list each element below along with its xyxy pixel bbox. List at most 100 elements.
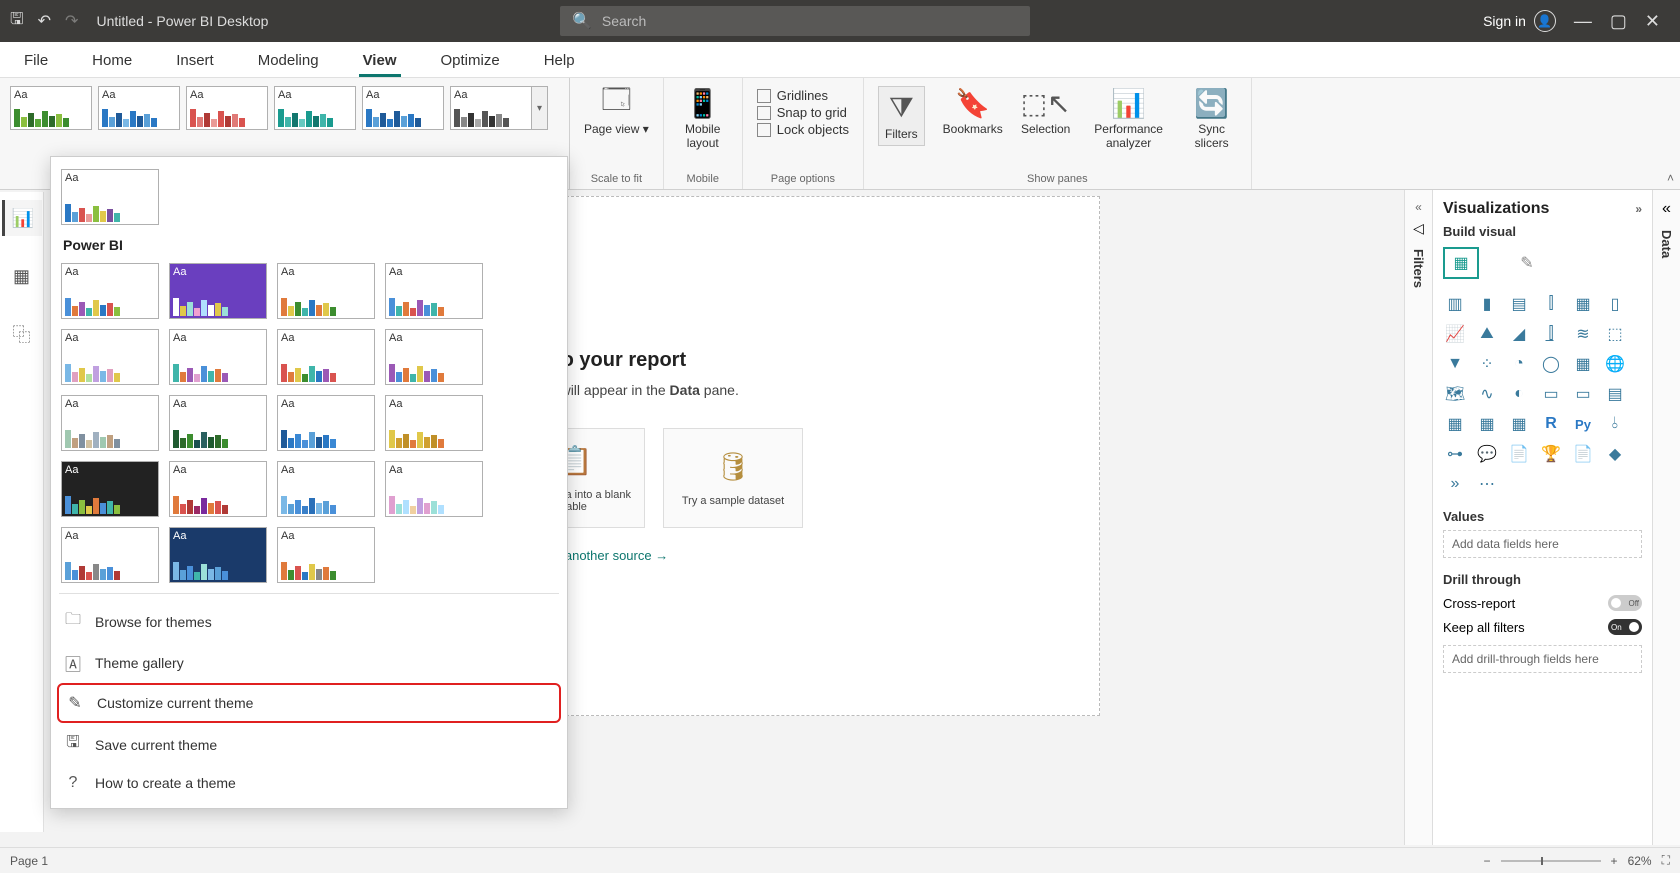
clustered-bar-icon[interactable]: ▤ (1507, 293, 1531, 315)
maximize-icon[interactable]: ▢ (1610, 11, 1627, 32)
table-icon[interactable]: ▦ (1475, 413, 1499, 435)
redo-icon[interactable]: ↷ (65, 11, 78, 31)
theme-swatch[interactable]: Aa (61, 461, 159, 517)
menu-view[interactable]: View (359, 46, 401, 77)
waterfall-icon[interactable]: ⬚ (1603, 323, 1627, 345)
scatter-icon[interactable]: ⁘ (1475, 353, 1499, 375)
page-view-button[interactable]: 🗔 Page view ▾ (584, 86, 649, 136)
filled-map-icon[interactable]: 🗺 (1443, 383, 1467, 405)
drill-well[interactable]: Add drill-through fields here (1443, 645, 1642, 673)
undo-icon[interactable]: ↶ (38, 11, 51, 31)
qna-icon[interactable]: 💬 (1475, 443, 1499, 465)
howto-theme[interactable]: ?How to create a theme (57, 766, 561, 800)
filters-collapsed-tab[interactable]: « ◁ Filters (1404, 190, 1432, 845)
bookmarks-button[interactable]: 🔖 Bookmarks (943, 86, 1003, 136)
azure-map-icon[interactable]: ∿ (1475, 383, 1499, 405)
browse-themes[interactable]: 🗀Browse for themes (57, 600, 561, 643)
theme-swatch[interactable]: Aa (277, 527, 375, 583)
theme-swatch[interactable]: Aa (277, 461, 375, 517)
py-visual-icon[interactable]: Py (1571, 413, 1595, 435)
perf-analyzer-button[interactable]: 📊 Performance analyzer (1089, 86, 1169, 150)
expand-viz-icon[interactable]: » (1635, 202, 1642, 216)
ribbon-chart-icon[interactable]: ≋ (1571, 323, 1595, 345)
theme-swatch[interactable]: Aa (277, 395, 375, 451)
clustered-column-icon[interactable]: ⫿ (1539, 293, 1563, 315)
theme-swatch[interactable]: Aa (61, 395, 159, 451)
map-icon[interactable]: 🌐 (1603, 353, 1627, 375)
ribbon-collapse-icon[interactable]: ˄ (1667, 171, 1674, 185)
matrix-icon[interactable]: ▦ (1507, 413, 1531, 435)
theme-swatch[interactable]: Aa (10, 86, 92, 130)
report-view-icon[interactable]: 📊 (2, 200, 42, 236)
values-well[interactable]: Add data fields here (1443, 530, 1642, 558)
cross-report-toggle[interactable]: Off (1608, 595, 1642, 611)
theme-gallery[interactable]: 🄰Theme gallery (57, 643, 561, 683)
snap-checkbox[interactable]: Snap to grid (757, 105, 849, 120)
model-view-icon[interactable]: ⿻ (2, 316, 42, 352)
fit-page-icon[interactable]: ⛶ (1662, 853, 1670, 868)
zoom-out-icon[interactable]: − (1484, 854, 1491, 868)
goals-icon[interactable]: 🏆 (1539, 443, 1563, 465)
expand-filters-icon[interactable]: « (1415, 200, 1422, 214)
close-icon[interactable]: ✕ (1645, 11, 1660, 32)
stacked-area-icon[interactable]: ◢ (1507, 323, 1531, 345)
theme-swatch[interactable]: Aa (169, 395, 267, 451)
gauge-icon[interactable]: ◐ (1507, 383, 1531, 405)
menu-modeling[interactable]: Modeling (254, 46, 323, 77)
r-visual-icon[interactable]: R (1539, 413, 1563, 435)
paginated-icon[interactable]: 📄 (1571, 443, 1595, 465)
100-column-icon[interactable]: ▯ (1603, 293, 1627, 315)
search-box[interactable]: 🔍 Search (560, 6, 1030, 36)
line-chart-icon[interactable]: 📈 (1443, 323, 1467, 345)
data-collapsed-tab[interactable]: « Data (1652, 190, 1680, 845)
theme-swatch[interactable]: Aa (169, 461, 267, 517)
page-label[interactable]: Page 1 (10, 854, 48, 868)
theme-swatch[interactable]: Aa (362, 86, 444, 130)
theme-swatch[interactable]: Aa (186, 86, 268, 130)
theme-swatch[interactable]: Aa (169, 527, 267, 583)
slicer-icon[interactable]: ▦ (1443, 413, 1467, 435)
multi-card-icon[interactable]: ▭ (1571, 383, 1595, 405)
keep-filters-toggle[interactable]: On (1608, 619, 1642, 635)
more-visuals-icon[interactable]: ⋯ (1475, 473, 1499, 495)
signin-button[interactable]: Sign in 👤 (1483, 10, 1556, 32)
data-view-icon[interactable]: ▦ (2, 258, 42, 294)
menu-help[interactable]: Help (540, 46, 579, 77)
kpi-icon[interactable]: ▤ (1603, 383, 1627, 405)
power-apps-icon[interactable]: ◆ (1603, 443, 1627, 465)
expand-data-icon[interactable]: « (1662, 200, 1671, 218)
menu-file[interactable]: File (20, 46, 52, 77)
theme-swatch[interactable]: Aa (169, 329, 267, 385)
theme-swatch[interactable]: Aa (277, 263, 375, 319)
power-automate-icon[interactable]: » (1443, 473, 1467, 495)
gridlines-checkbox[interactable]: Gridlines (757, 88, 849, 103)
donut-icon[interactable]: ◯ (1539, 353, 1563, 375)
menu-insert[interactable]: Insert (172, 46, 218, 77)
menu-optimize[interactable]: Optimize (437, 46, 504, 77)
mobile-layout-button[interactable]: 📱 Mobile layout (678, 86, 728, 150)
sync-slicers-button[interactable]: 🔄 Sync slicers (1187, 86, 1237, 150)
customize-theme[interactable]: ✎Customize current theme (57, 683, 561, 723)
funnel-icon[interactable]: ▼ (1443, 353, 1467, 375)
smart-narrative-icon[interactable]: 📄 (1507, 443, 1531, 465)
lock-checkbox[interactable]: Lock objects (757, 122, 849, 137)
theme-swatch[interactable]: Aa (98, 86, 180, 130)
zoom-in-icon[interactable]: + (1611, 854, 1618, 868)
theme-swatch[interactable]: Aa (385, 461, 483, 517)
card-icon[interactable]: ▭ (1539, 383, 1563, 405)
area-chart-icon[interactable]: ⛰ (1475, 323, 1499, 345)
theme-swatch[interactable]: Aa (385, 329, 483, 385)
stacked-column-icon[interactable]: ▮ (1475, 293, 1499, 315)
theme-swatch[interactable]: Aa (61, 329, 159, 385)
build-visual-tab[interactable]: ▦ (1443, 247, 1479, 279)
filters-pane-button[interactable]: ⧩ Filters (878, 86, 925, 146)
selection-button[interactable]: ⬚↖ Selection (1021, 86, 1071, 136)
theme-swatch[interactable]: Aa (385, 263, 483, 319)
theme-swatch[interactable]: Aa (385, 395, 483, 451)
minimize-icon[interactable]: — (1574, 11, 1592, 32)
line-column-icon[interactable]: ⫿̲ (1539, 323, 1563, 345)
theme-swatch[interactable]: Aa (169, 263, 267, 319)
theme-swatch[interactable]: Aa (61, 263, 159, 319)
zoom-slider[interactable] (1501, 860, 1601, 862)
save-theme[interactable]: 🖫Save current theme (57, 723, 561, 766)
